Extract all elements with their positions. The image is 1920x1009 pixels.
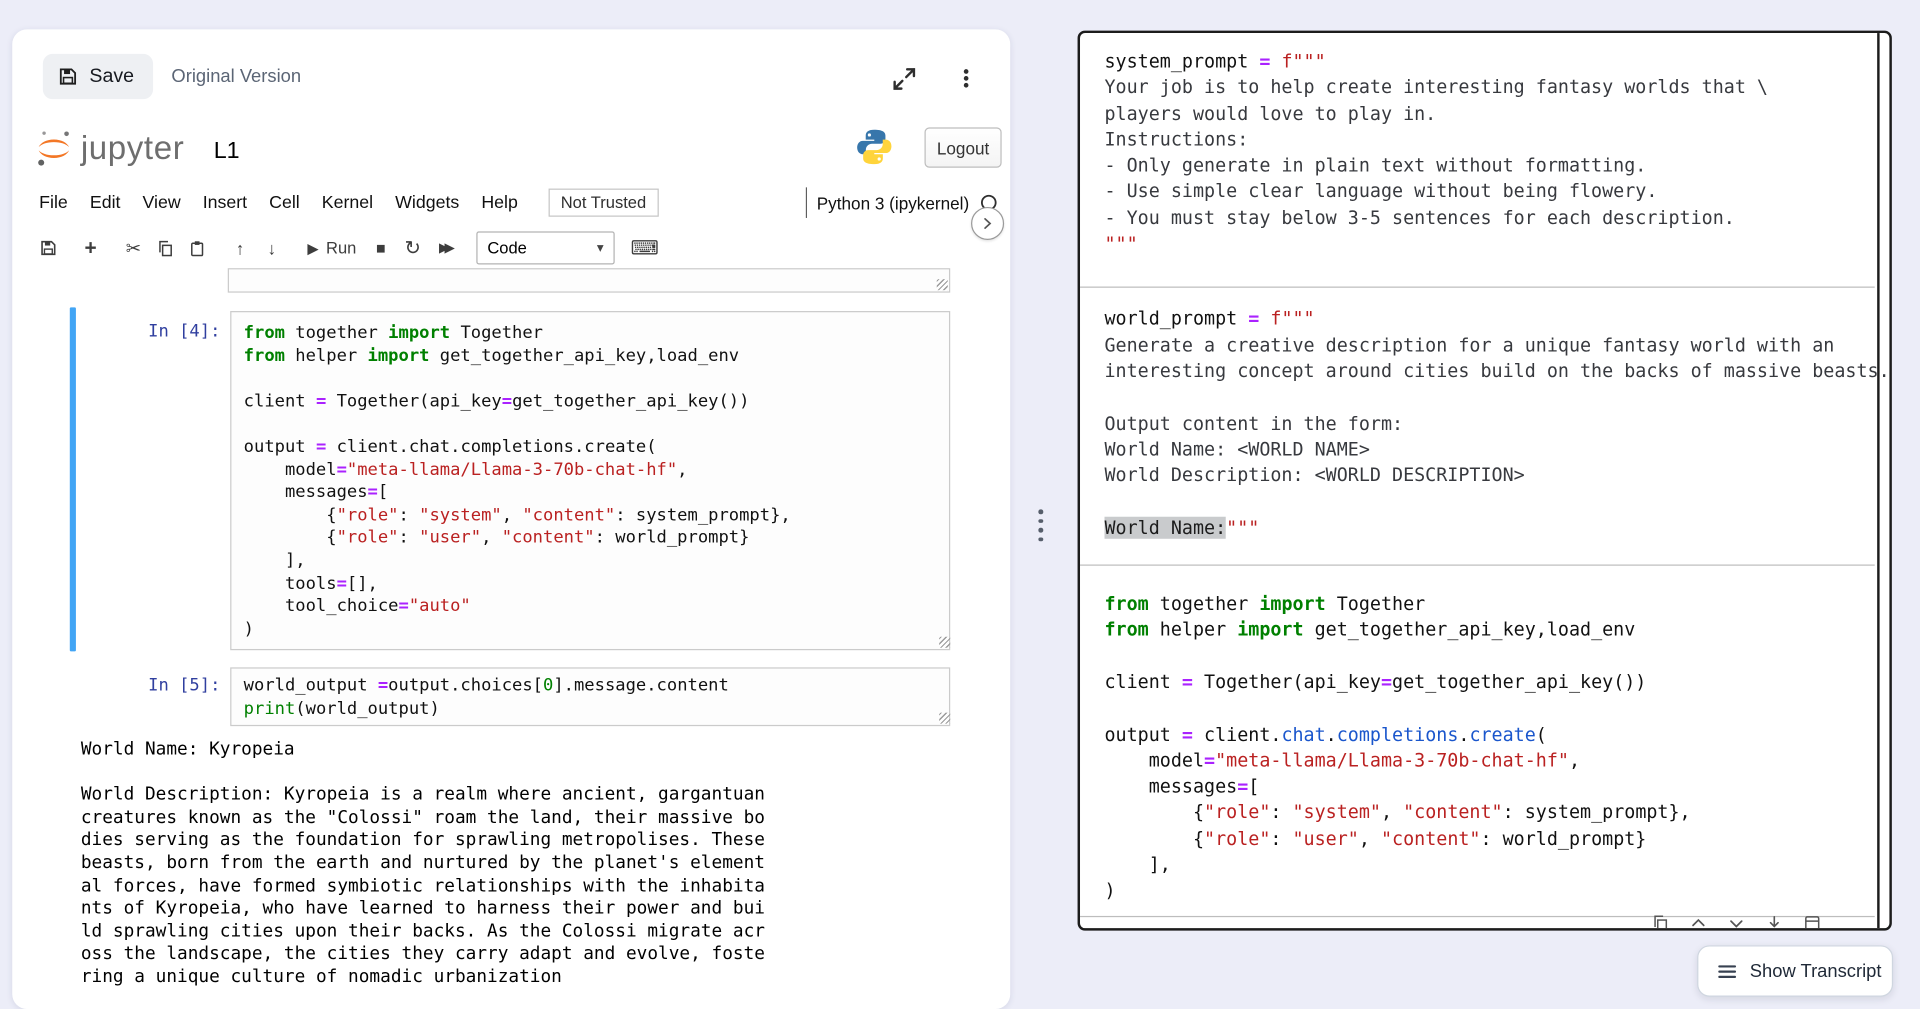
scroll-down-icon[interactable]: [1727, 913, 1747, 928]
menu-item[interactable]: Edit: [79, 188, 132, 217]
move-cell-down-button[interactable]: ↓: [256, 231, 288, 264]
cell-prompt-in4: In [4]:: [148, 322, 221, 342]
resize-handle-icon[interactable]: [939, 636, 951, 648]
run-label: Run: [326, 238, 357, 258]
open-panel-chevron-button[interactable]: [971, 206, 1005, 241]
selected-cell-bar: [69, 307, 76, 652]
menu-item[interactable]: Cell: [258, 188, 311, 217]
jupyter-logo-text[interactable]: jupyter: [81, 129, 185, 167]
kernel-name: Python 3 (ipykernel): [816, 192, 970, 213]
scrollbar[interactable]: [1877, 33, 1880, 929]
code-block-system-prompt: system_prompt = f""" Your job is to help …: [1104, 50, 1769, 255]
code-panel: system_prompt = f""" Your job is to help …: [1077, 30, 1892, 931]
save-button[interactable]: Save: [42, 53, 154, 100]
code-panel-footer: [1651, 913, 1822, 929]
original-version-link[interactable]: Original Version: [171, 54, 301, 99]
menu-item[interactable]: Widgets: [384, 188, 470, 217]
notebook-title: L1: [213, 138, 240, 165]
save-label: Save: [89, 65, 135, 87]
notebook-menubar: File Edit View Insert Cell Kernel Widgets Help …: [28, 186, 659, 219]
scroll-up-icon[interactable]: [1689, 913, 1709, 928]
menu-item[interactable]: Insert: [192, 188, 258, 217]
fullscreen-icon[interactable]: [887, 61, 921, 95]
restart-kernel-button[interactable]: ↻: [397, 231, 429, 264]
code-block-together-call: from together import Together from helper…: [1104, 592, 1691, 902]
notebook-header: jupyter L1: [34, 122, 240, 173]
page: Save Original Version jupyter L1 Logout …: [0, 0, 1920, 1009]
menu-item[interactable]: Kernel: [311, 188, 384, 217]
panel-resize-handle[interactable]: [1035, 507, 1047, 544]
run-icon: ▶: [307, 239, 319, 257]
jupyter-logo-icon: [34, 129, 73, 168]
menu-item[interactable]: View: [131, 188, 191, 217]
kebab-menu-icon[interactable]: [953, 61, 980, 95]
copy-icon[interactable]: [1651, 913, 1671, 929]
show-transcript-button[interactable]: Show Transcript: [1697, 945, 1894, 997]
show-transcript-label: Show Transcript: [1749, 960, 1882, 982]
command-palette-button[interactable]: ⌨: [627, 231, 663, 264]
run-button[interactable]: ▶ Run: [299, 231, 365, 264]
restart-run-all-button[interactable]: ▶▶: [429, 231, 461, 264]
interrupt-kernel-button[interactable]: ■: [365, 231, 397, 264]
save-checkpoint-button[interactable]: [32, 231, 64, 264]
code-cell-in4[interactable]: from together import Together from helper…: [230, 311, 951, 651]
copy-cell-button[interactable]: [149, 231, 181, 264]
code-block-world-prompt: world_prompt = f""" Generate a creative d…: [1104, 307, 1890, 539]
popout-icon[interactable]: [1802, 913, 1822, 929]
partial-cell-above[interactable]: [227, 268, 951, 293]
floppy-icon: [58, 66, 79, 87]
resize-handle-icon[interactable]: [936, 279, 948, 291]
cell-type-select[interactable]: Code ▾: [476, 231, 615, 265]
notebook-toolbar: + ✂ ↑ ↓ ▶ Run ■ ↻ ▶▶ Code ▾ ⌨: [32, 230, 663, 266]
move-cell-up-button[interactable]: ↑: [224, 231, 256, 264]
trust-status-badge: Not Trusted: [548, 188, 659, 217]
chevron-down-icon: ▾: [596, 241, 604, 256]
cut-cell-button[interactable]: ✂: [118, 231, 150, 264]
cell-output-text: World Name: Kyropeia World Description: …: [80, 739, 765, 987]
paste-cell-button[interactable]: [181, 231, 213, 264]
add-cell-button[interactable]: +: [75, 231, 107, 264]
menu-item[interactable]: Help: [470, 188, 529, 217]
hamburger-icon: [1717, 961, 1738, 982]
menu-items: File Edit View Insert Cell Kernel Widgets Help: [28, 188, 529, 217]
download-icon[interactable]: [1765, 913, 1785, 928]
cell-type-value: Code: [487, 238, 527, 258]
code-cell-in5[interactable]: world_output =output.choices[0].message.…: [230, 667, 951, 727]
divider: [805, 187, 807, 218]
menu-item[interactable]: File: [28, 188, 79, 217]
logout-button[interactable]: Logout: [924, 127, 1002, 168]
cell-prompt-in5: In [5]:: [148, 675, 221, 696]
notebook-panel: Save Original Version jupyter L1 Logout …: [12, 29, 1011, 1009]
python-logo-icon: [855, 127, 894, 166]
resize-handle-icon[interactable]: [939, 712, 951, 724]
